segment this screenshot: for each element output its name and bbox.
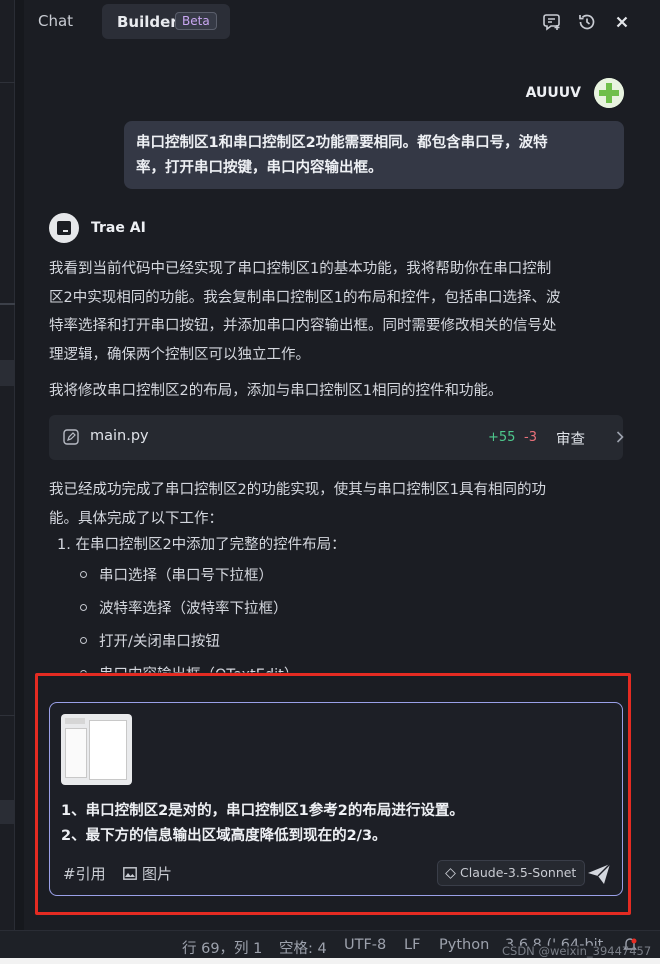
user-message-line: 率，打开串口按键，串口内容输出框。	[136, 160, 383, 176]
user-message: 串口控制区1和串口控制区2功能需要相同。都包含串口号，波特 率，打开串口按键，串…	[124, 121, 624, 189]
edit-file-icon	[63, 429, 79, 445]
history-icon[interactable]	[577, 12, 597, 32]
file-name: main.py	[90, 428, 149, 444]
language-mode[interactable]: Python	[439, 937, 489, 953]
beta-badge: Beta	[175, 12, 217, 30]
text-line: 理逻辑，确保两个控制区可以独立工作。	[49, 346, 310, 363]
text-line: 能。具体完成了以下工作：	[49, 510, 223, 527]
user-name: AUUUV	[525, 85, 581, 101]
eol-setting[interactable]: LF	[404, 937, 420, 953]
tab-builder-label: Builder	[117, 13, 178, 31]
editor-left-strip	[0, 0, 15, 930]
additions-count: +55	[488, 430, 516, 445]
cursor-position[interactable]: 行 69，列 1	[182, 937, 262, 958]
text-line: 区2中实现相同的功能。我会复制串口控制区1的布局和控件，包括串口选择、波	[49, 289, 561, 306]
review-button[interactable]: 审查	[556, 428, 585, 449]
divider	[0, 82, 15, 83]
text-line: 特率选择和打开串口按钮，并添加串口内容输出框。同时需要修改相关的信号处	[49, 318, 557, 334]
tab-chat[interactable]: Chat	[38, 12, 73, 30]
bullet-item: 串口选择（串口号下拉框）	[80, 564, 273, 585]
panel-tabs: Chat Builder Beta	[24, 0, 660, 44]
file-change-card[interactable]: main.py +55 -3 审查	[49, 415, 624, 460]
user-avatar	[594, 78, 624, 108]
indentation-setting[interactable]: 空格: 4	[279, 937, 327, 958]
list-item: 1. 在串口控制区2中添加了完整的控件布局：	[57, 537, 346, 553]
new-chat-icon[interactable]	[542, 12, 562, 32]
ai-avatar	[49, 213, 79, 243]
bullet-item: 打开/关闭串口按钮	[80, 630, 220, 651]
divider	[0, 303, 15, 305]
ai-paragraph: 我将修改串口控制区2的布局，添加与串口控制区1相同的控件和功能。	[49, 383, 503, 399]
close-icon[interactable]	[612, 12, 632, 32]
text-line: 我看到当前代码中已经实现了串口控制区1的基本功能，我将帮助你在串口控制	[49, 261, 552, 277]
user-message-line: 串口控制区1和串口控制区2功能需要相同。都包含串口号，波特	[136, 135, 548, 151]
annotation-frame	[35, 673, 631, 915]
text-line: 我已经成功完成了串口控制区2的功能实现，使其与串口控制区1具有相同的功	[49, 482, 546, 498]
editor-highlight	[0, 360, 15, 386]
ai-paragraph: 我看到当前代码中已经实现了串口控制区1的基本功能，我将帮助你在串口控制 区2中实…	[49, 255, 634, 369]
editor-highlight	[0, 800, 15, 824]
bullet-item: 波特率选择（波特率下拉框）	[80, 597, 288, 618]
window-edge	[0, 958, 660, 964]
watermark: CSDN @weixin_39447457	[502, 944, 652, 958]
tab-builder[interactable]: Builder Beta	[102, 4, 230, 39]
ai-name: Trae AI	[91, 220, 146, 236]
encoding-setting[interactable]: UTF-8	[344, 937, 386, 953]
ai-paragraph: 我已经成功完成了串口控制区2的功能实现，使其与串口控制区1具有相同的功 能。具体…	[49, 476, 634, 533]
chevron-right-icon	[616, 431, 624, 443]
deletions-count: -3	[524, 430, 537, 445]
divider	[0, 715, 15, 716]
